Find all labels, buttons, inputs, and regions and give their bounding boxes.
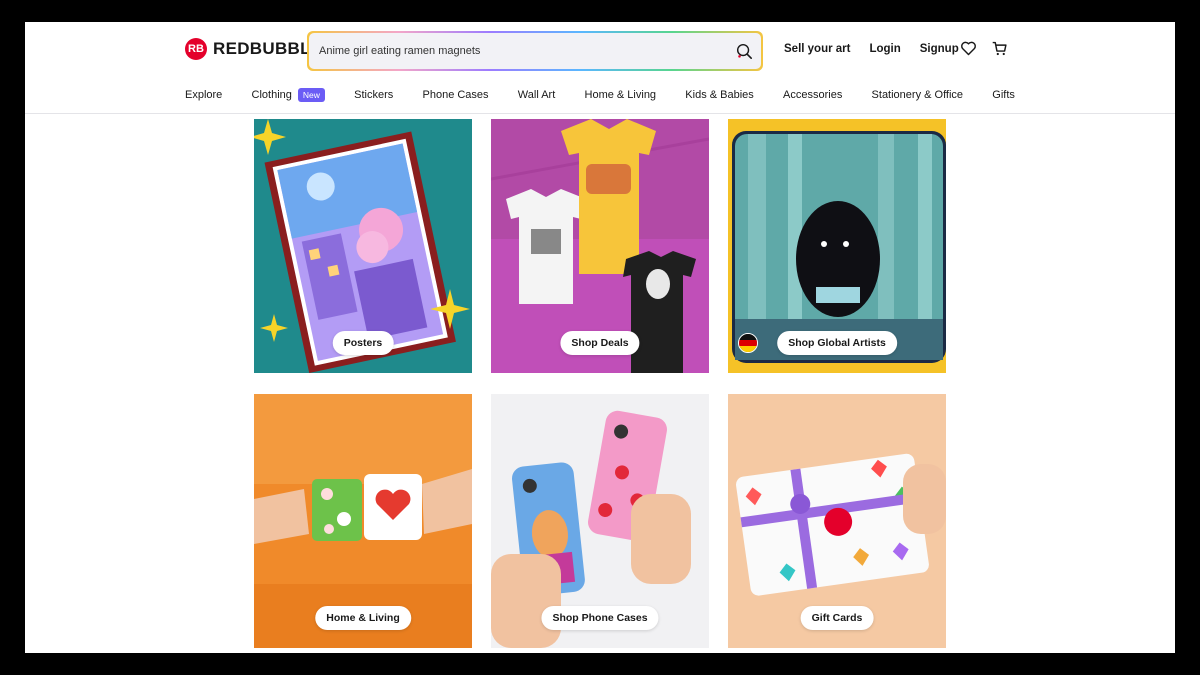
nav-label: Home & Living xyxy=(584,89,657,101)
nav-label: Stationery & Office xyxy=(871,89,964,101)
search-box xyxy=(309,33,761,69)
nav-stationery-office[interactable]: Stationery & Office xyxy=(872,89,964,101)
nav-kids-babies[interactable]: Kids & Babies xyxy=(685,89,753,101)
tile-label[interactable]: Home & Living xyxy=(315,606,411,630)
nav-label: Phone Cases xyxy=(422,89,489,101)
tile-home-living[interactable]: Home & Living xyxy=(254,394,472,648)
nav-label: Gifts xyxy=(992,89,1015,101)
search-bar xyxy=(307,31,763,71)
page: RB REDBUBBLE Sell your art Login Signup xyxy=(25,22,1175,653)
tile-phone-cases[interactable]: Shop Phone Cases xyxy=(491,394,709,648)
tile-label[interactable]: Shop Deals xyxy=(560,331,640,355)
sell-your-art-link[interactable]: Sell your art xyxy=(784,43,850,55)
tile-gift-cards[interactable]: Gift Cards xyxy=(728,394,946,648)
nav-label: Accessories xyxy=(783,89,843,101)
tile-label[interactable]: Gift Cards xyxy=(800,606,874,630)
tile-global-artists[interactable]: Shop Global Artists xyxy=(728,119,946,373)
tile-label[interactable]: Shop Global Artists xyxy=(777,331,897,355)
nav-phone-cases[interactable]: Phone Cases xyxy=(423,89,489,101)
header-links: Sell your art Login Signup xyxy=(784,43,959,55)
heart-icon[interactable] xyxy=(960,40,977,57)
germany-flag-icon xyxy=(738,333,758,353)
login-link[interactable]: Login xyxy=(869,43,900,55)
tile-label[interactable]: Shop Phone Cases xyxy=(541,606,659,630)
brand-logo[interactable]: RB REDBUBBLE xyxy=(185,38,322,60)
header-divider xyxy=(25,113,1175,114)
nav-clothing[interactable]: Clothing New xyxy=(252,88,325,102)
nav-explore[interactable]: Explore xyxy=(185,89,222,101)
category-nav: Explore Clothing New Stickers Phone Cases… xyxy=(185,88,1015,102)
nav-wall-art[interactable]: Wall Art xyxy=(518,89,556,101)
nav-label: Stickers xyxy=(354,89,394,101)
search-input[interactable] xyxy=(317,44,735,58)
nav-accessories[interactable]: Accessories xyxy=(783,89,842,101)
signup-link[interactable]: Signup xyxy=(920,43,959,55)
nav-stickers[interactable]: Stickers xyxy=(354,89,393,101)
tile-label[interactable]: Posters xyxy=(332,331,394,355)
tile-posters[interactable]: Posters xyxy=(254,119,472,373)
cart-icon[interactable] xyxy=(991,40,1008,57)
nav-label: Kids & Babies xyxy=(685,89,754,101)
search-icon[interactable] xyxy=(735,42,753,60)
nav-home-living[interactable]: Home & Living xyxy=(585,89,657,101)
header-icons xyxy=(960,40,1008,57)
new-badge: New xyxy=(297,88,325,102)
nav-gifts[interactable]: Gifts xyxy=(992,89,1015,101)
nav-label: Explore xyxy=(185,89,223,101)
nav-label: Wall Art xyxy=(517,89,556,101)
logo-mark: RB xyxy=(185,38,207,60)
tile-shop-deals[interactable]: Shop Deals xyxy=(491,119,709,373)
nav-label: Clothing xyxy=(251,89,292,101)
